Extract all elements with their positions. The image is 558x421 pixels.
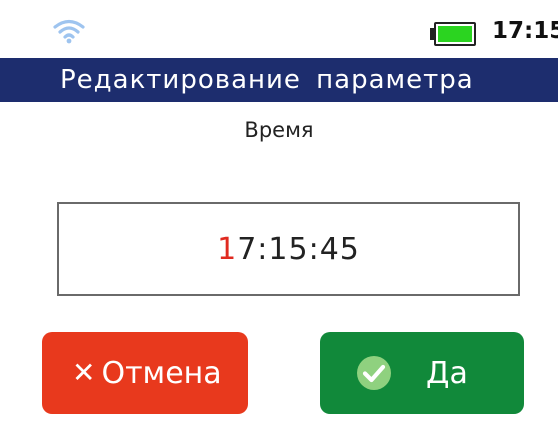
screen: 17:15 Редактирование параметра Время 1 7:… — [0, 0, 558, 421]
ok-button[interactable]: Да — [320, 332, 524, 414]
cancel-button[interactable]: ✕ Отмена — [42, 332, 248, 414]
check-circle-icon — [357, 356, 391, 390]
selected-digit[interactable]: 1 — [217, 232, 237, 267]
ok-button-label: Да — [426, 355, 468, 391]
status-clock: 17:15 — [492, 18, 558, 44]
time-value-field[interactable]: 1 7:15:45 — [57, 202, 520, 296]
time-value-rest: 7:15:45 — [237, 231, 360, 267]
status-bar: 17:15 — [0, 0, 558, 58]
battery-icon — [430, 22, 480, 48]
parameter-name: Время — [244, 118, 314, 142]
cancel-button-label: Отмена — [101, 355, 222, 391]
page-title: Редактирование параметра — [0, 58, 558, 102]
close-icon: ✕ — [72, 356, 96, 389]
wifi-icon — [53, 19, 85, 44]
